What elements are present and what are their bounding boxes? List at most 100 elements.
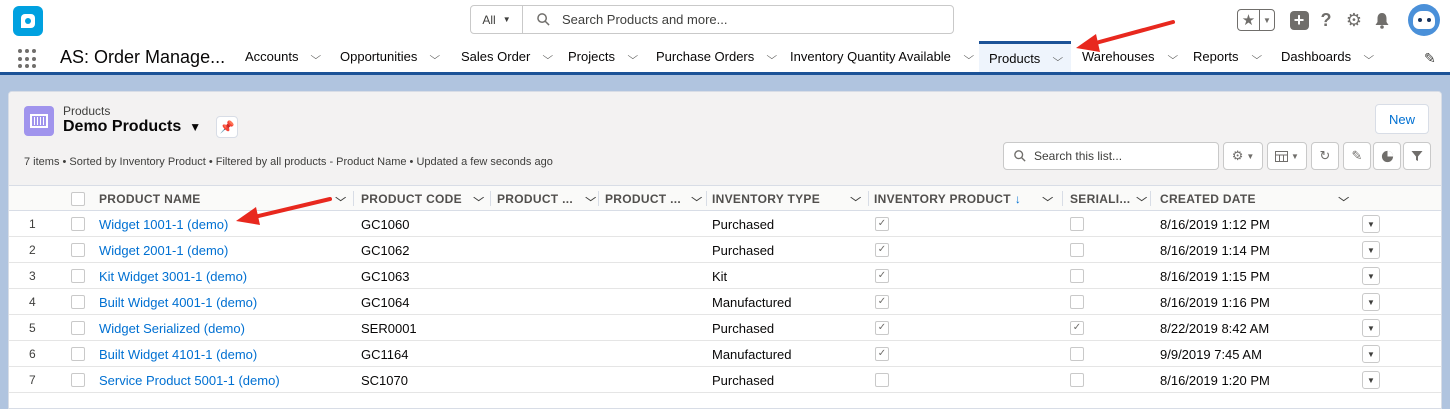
nav-tab-inventory-quantity-available[interactable]: Inventory Quantity Available ⌵: [790, 41, 974, 72]
notifications-bell-icon[interactable]: [1371, 9, 1393, 31]
row-actions-dropdown-icon[interactable]: ▼: [1362, 215, 1380, 233]
row-action-cell: ▼: [1362, 263, 1380, 289]
row-actions-dropdown-icon[interactable]: ▼: [1362, 319, 1380, 337]
row-number: 4: [29, 295, 36, 309]
nav-tab-dashboards[interactable]: Dashboards ⌵: [1281, 41, 1375, 72]
chevron-down-icon[interactable]: ⌵: [473, 193, 484, 204]
chevron-down-icon[interactable]: ⌵: [543, 51, 554, 62]
row-select-checkbox[interactable]: [71, 269, 85, 283]
product-name-link[interactable]: Widget Serialized (demo): [99, 315, 245, 341]
chevron-down-icon[interactable]: ⌵: [963, 51, 974, 62]
help-icon[interactable]: ?: [1315, 9, 1337, 31]
list-view-controls-button[interactable]: ⚙ ▼: [1223, 142, 1263, 170]
table-row: 2 Widget 2001-1 (demo) GC1062 Purchased ✓ 8/1…: [9, 237, 1441, 263]
display-as-button[interactable]: ▼: [1267, 142, 1307, 170]
inventory-product-checkbox: ✓: [875, 243, 889, 257]
app-launcher-icon[interactable]: [18, 49, 38, 69]
column-label: PRODUCT ...: [497, 191, 573, 206]
nav-tab-label: Reports: [1193, 49, 1239, 64]
chevron-down-icon[interactable]: ⌵: [691, 193, 702, 204]
chevron-down-icon[interactable]: ⌵: [1364, 51, 1375, 62]
col-header-serialized[interactable]: SERIALI... ⌵: [1070, 186, 1152, 211]
row-actions-dropdown-icon[interactable]: ▼: [1362, 241, 1380, 259]
row-number: 2: [29, 243, 36, 257]
chevron-down-icon[interactable]: ⌵: [1167, 51, 1178, 62]
chevron-down-icon[interactable]: ⌵: [430, 51, 441, 62]
nav-tab-reports[interactable]: Reports ⌵: [1193, 41, 1262, 72]
serialized-cell: [1070, 367, 1084, 393]
edit-nav-pencil-icon[interactable]: ✎: [1424, 50, 1436, 67]
col-header-inventory-type[interactable]: INVENTORY TYPE ⌵: [712, 186, 864, 211]
row-select-checkbox[interactable]: [71, 243, 85, 257]
product-name-link[interactable]: Built Widget 4101-1 (demo): [99, 341, 257, 367]
row-select-checkbox[interactable]: [71, 373, 85, 387]
search-input[interactable]: Search Products and more...: [523, 6, 953, 33]
list-search-input[interactable]: Search this list...: [1003, 142, 1219, 170]
filter-button[interactable]: [1403, 142, 1431, 170]
col-header-product-4[interactable]: PRODUCT ... ⌵: [605, 186, 707, 211]
chevron-down-icon[interactable]: ⌵: [585, 193, 596, 204]
new-button[interactable]: New: [1375, 104, 1429, 134]
product-name-link[interactable]: Kit Widget 3001-1 (demo): [99, 263, 247, 289]
chevron-down-icon[interactable]: ⌵: [335, 193, 346, 204]
row-actions-dropdown-icon[interactable]: ▼: [1362, 371, 1380, 389]
chevron-down-icon[interactable]: ⌵: [627, 51, 638, 62]
filter-icon: [1411, 151, 1423, 161]
chevron-down-icon[interactable]: ⌵: [1251, 51, 1262, 62]
nav-tab-warehouses[interactable]: Warehouses ⌵: [1082, 41, 1178, 72]
serialized-checkbox: ✓: [1070, 321, 1084, 335]
nav-tab-accounts[interactable]: Accounts ⌵: [245, 41, 322, 72]
app-logo[interactable]: [13, 6, 43, 36]
chevron-down-icon[interactable]: ⌵: [311, 51, 322, 62]
table-header-row: PRODUCT NAME ⌵ PRODUCT CODE ⌵ PRODUCT ... ⌵…: [9, 186, 1441, 211]
sort-descending-icon: ↓: [1014, 191, 1022, 206]
nav-tab-opportunities[interactable]: Opportunities ⌵: [340, 41, 441, 72]
column-label: PRODUCT ...: [605, 191, 681, 206]
chevron-down-icon[interactable]: ⌵: [1053, 53, 1064, 64]
charts-button[interactable]: [1373, 142, 1401, 170]
nav-tab-projects[interactable]: Projects ⌵: [568, 41, 638, 72]
column-label: INVENTORY PRODUCT: [874, 191, 1011, 206]
chevron-down-icon[interactable]: ⌵: [767, 51, 778, 62]
chevron-down-icon[interactable]: ⌵: [1042, 193, 1053, 204]
row-select-checkbox[interactable]: [71, 217, 85, 231]
pin-list-view-button[interactable]: 📌: [216, 116, 238, 138]
col-header-product-name[interactable]: PRODUCT NAME ⌵: [99, 186, 353, 211]
row-select-checkbox[interactable]: [71, 347, 85, 361]
chevron-down-icon[interactable]: ⌵: [1338, 193, 1349, 204]
row-actions-dropdown-icon[interactable]: ▼: [1362, 293, 1380, 311]
favorites-dropdown-icon[interactable]: ▼: [1260, 10, 1274, 30]
serialized-checkbox: [1070, 243, 1084, 257]
row-select-checkbox[interactable]: [71, 295, 85, 309]
global-actions-button[interactable]: +: [1288, 9, 1310, 31]
refresh-button[interactable]: ↻: [1311, 142, 1339, 170]
chevron-down-icon[interactable]: ⌵: [850, 193, 861, 204]
row-actions-dropdown-icon[interactable]: ▼: [1362, 345, 1380, 363]
setup-gear-icon[interactable]: ⚙: [1343, 9, 1365, 31]
search-scope-dropdown[interactable]: All ▼: [471, 6, 523, 33]
product-name-link[interactable]: Widget 1001-1 (demo): [99, 211, 228, 237]
column-label: PRODUCT CODE: [361, 191, 462, 206]
product-code-cell: SER0001: [361, 320, 417, 336]
product-name-link[interactable]: Built Widget 4001-1 (demo): [99, 289, 257, 315]
col-header-product-code[interactable]: PRODUCT CODE ⌵: [361, 186, 489, 211]
col-header-inventory-product[interactable]: INVENTORY PRODUCT ↓ ⌵: [874, 186, 1054, 211]
col-header-product-3[interactable]: PRODUCT ... ⌵: [497, 186, 603, 211]
product-name-link[interactable]: Widget 2001-1 (demo): [99, 237, 228, 263]
list-view-selector[interactable]: Demo Products ▼: [63, 118, 201, 136]
row-select-checkbox[interactable]: [71, 321, 85, 335]
chevron-down-icon[interactable]: ⌵: [1136, 193, 1147, 204]
col-header-created-date[interactable]: CREATED DATE ⌵: [1160, 186, 1350, 211]
app-name: AS: Order Manage...: [60, 47, 226, 67]
nav-tab-sales-order[interactable]: Sales Order ⌵: [461, 41, 554, 72]
nav-tab-purchase-orders[interactable]: Purchase Orders ⌵: [656, 41, 778, 72]
star-icon[interactable]: ★: [1238, 10, 1260, 30]
inventory-product-cell: ✓: [875, 315, 889, 341]
row-select-cell: [71, 341, 85, 367]
user-avatar[interactable]: [1408, 4, 1440, 36]
nav-tab-products[interactable]: Products ⌵: [979, 41, 1071, 72]
product-name-link[interactable]: Service Product 5001-1 (demo): [99, 367, 280, 393]
select-all-checkbox[interactable]: [71, 191, 85, 206]
row-actions-dropdown-icon[interactable]: ▼: [1362, 267, 1380, 285]
edit-list-button[interactable]: ✎: [1343, 142, 1371, 170]
